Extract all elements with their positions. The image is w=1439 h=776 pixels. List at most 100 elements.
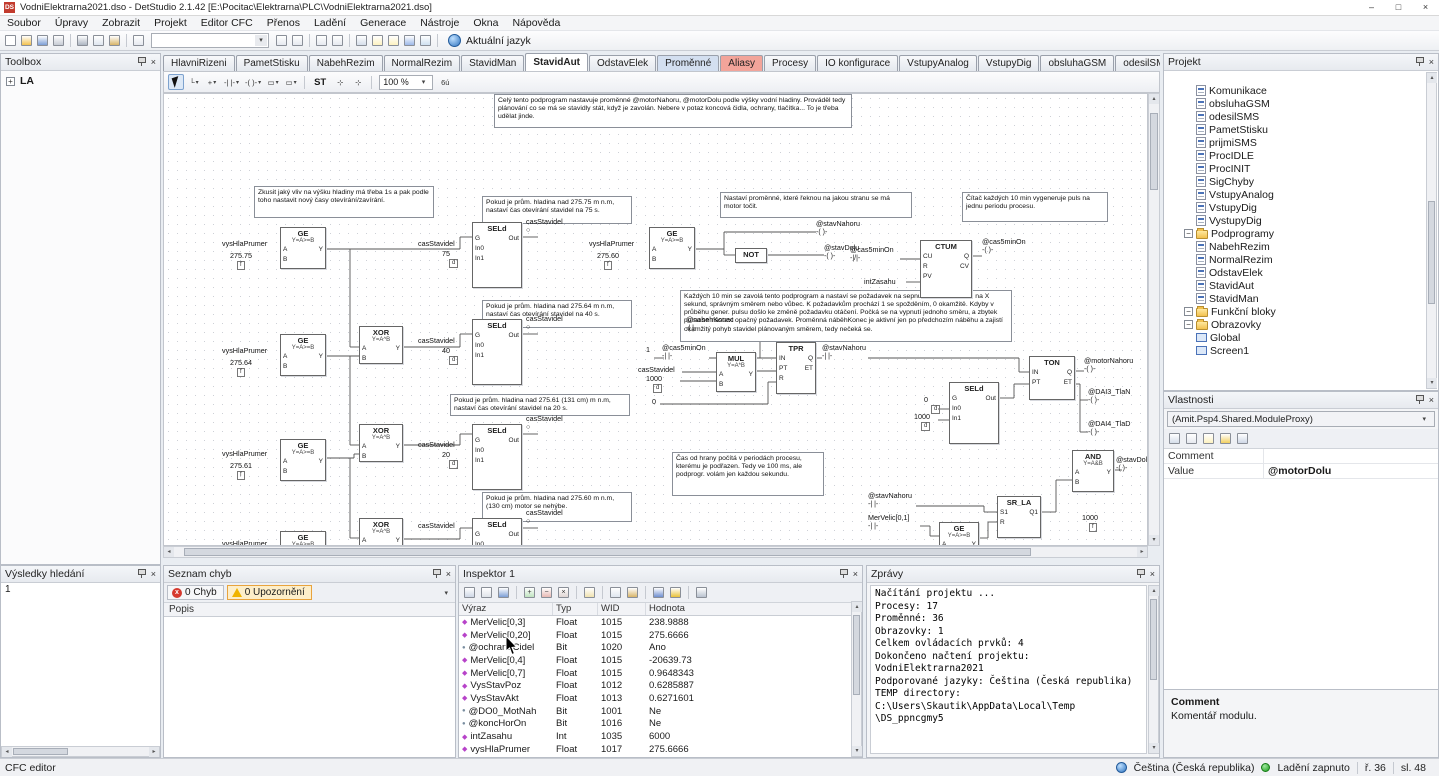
cfc-operand-label[interactable]: 0 — [652, 398, 656, 406]
cfc-block-ge[interactable]: GEY=A>=BABY — [280, 227, 326, 269]
doc-tab-odesilsms[interactable]: odesilSMS — [1115, 55, 1160, 71]
doc-tab-aliasy[interactable]: Aliasy — [720, 55, 763, 71]
cfc-signal-label[interactable]: @DAI4_TlaD-( )- — [1088, 420, 1130, 437]
inspector-row[interactable]: ◆VysStavAktFloat10130.6271601 — [459, 692, 862, 705]
inspector-column-header[interactable]: Výraz — [459, 603, 553, 615]
align-vertical-icon[interactable]: ⊹ — [350, 74, 366, 90]
minimize-button[interactable]: – — [1358, 0, 1385, 15]
scroll-track[interactable] — [1149, 104, 1159, 535]
expander-icon[interactable]: − — [1184, 229, 1193, 238]
cfc-comment[interactable]: Zkusit jaký vliv na výšku hladiny má tře… — [254, 186, 434, 218]
scroll-right-arrow[interactable]: ▸ — [1137, 547, 1147, 557]
doc-tab-vstupydig[interactable]: VstupyDig — [978, 55, 1040, 71]
cfc-operand-label[interactable]: 40d — [442, 347, 458, 365]
cfc-signal-label[interactable]: @stavNahoru-| |- — [822, 344, 866, 361]
scroll-left-arrow[interactable]: ◂ — [164, 547, 174, 557]
numbered-list-icon[interactable] — [330, 33, 345, 48]
edit-icon[interactable] — [582, 585, 597, 600]
cfc-operand-label[interactable]: casStavidel○ — [526, 218, 563, 235]
tree-item-vstupyanalog[interactable]: VstupyAnalog — [1164, 188, 1438, 201]
scroll-thumb[interactable] — [853, 615, 860, 695]
pin-icon[interactable] — [432, 569, 441, 579]
cfc-block-xor[interactable]: XORY=A^BABY — [359, 518, 403, 546]
print-icon[interactable] — [51, 33, 66, 48]
tree-item-vystupydig[interactable]: VystupyDig — [1164, 214, 1438, 227]
doc-tab-procesy[interactable]: Procesy — [764, 55, 816, 71]
cfc-block-tpr[interactable]: TPRINPTRQET — [776, 342, 816, 394]
tree-item-obsluhagsm[interactable]: obsluhaGSM — [1164, 97, 1438, 110]
cfc-operand-label[interactable]: 1000f — [1082, 514, 1098, 532]
warnings-filter-button[interactable]: 0 Upozornění — [227, 585, 312, 600]
menu-item[interactable]: Nápověda — [505, 16, 567, 30]
cfc-operand-label[interactable]: intZasahu — [864, 278, 896, 286]
cfc-block-ge[interactable]: GEY=A>=BABY — [280, 439, 326, 481]
close-icon[interactable]: × — [446, 570, 451, 579]
errors-filter-button[interactable]: x 0 Chyb — [167, 585, 224, 600]
inspector-row[interactable]: ◆MerVelic[0,7]Float10150.9648343 — [459, 667, 862, 680]
cfc-operand-label[interactable]: 20d — [442, 451, 458, 469]
inspector-table-header[interactable]: VýrazTypWIDHodnota — [459, 603, 862, 616]
property-row[interactable]: Comment — [1164, 449, 1438, 464]
doc-tab-stavidman[interactable]: StavidMan — [461, 55, 524, 71]
cfc-block-not[interactable]: NOT — [735, 248, 767, 263]
tree-item-komunikace[interactable]: Komunikace — [1164, 84, 1438, 97]
scroll-thumb[interactable] — [1428, 201, 1435, 304]
cfc-block-ge[interactable]: GEY=A>=BABY — [280, 334, 326, 376]
doc-tab-promnn[interactable]: Proměnné — [657, 55, 719, 71]
alphabetical-icon[interactable] — [1184, 431, 1199, 446]
chat-add-icon[interactable] — [386, 33, 401, 48]
bullet-list-icon[interactable] — [314, 33, 329, 48]
cfc-block-seld[interactable]: SELdGIn0In1Out — [472, 424, 522, 490]
cfc-operand-label[interactable]: vysHlaPrumer — [222, 450, 267, 458]
comment-tool[interactable]: ▭▾ — [283, 74, 299, 90]
inspector-column-header[interactable]: Hodnota — [646, 603, 862, 615]
tree-item-pametstisku[interactable]: PametStisku — [1164, 123, 1438, 136]
flag-blue-icon[interactable] — [651, 585, 666, 600]
scroll-up-arrow[interactable]: ▴ — [1149, 94, 1159, 104]
cfc-block-xor[interactable]: XORY=A^BABY — [359, 326, 403, 364]
scroll-up-arrow[interactable]: ▴ — [852, 602, 862, 612]
cfc-signal-label[interactable]: @nabehKonec-| |- — [686, 316, 734, 333]
cfc-operand-label[interactable]: 275.75f — [230, 252, 252, 270]
inspector-column-header[interactable]: WID — [598, 603, 646, 615]
st-view-button[interactable]: ST — [310, 77, 330, 88]
cfc-comment[interactable]: Čas od hrany počítá v periodách procesu,… — [672, 452, 824, 496]
tree-item-stavidaut[interactable]: StavidAut — [1164, 279, 1438, 292]
menu-item[interactable]: Nástroje — [413, 16, 466, 30]
tree-item-funknbloky[interactable]: −Funkční bloky — [1164, 305, 1438, 318]
cfc-operand-label[interactable]: 275.60f — [597, 252, 619, 270]
inspector-row[interactable]: ◆vysHlaPrumerFloat1017275.6666 — [459, 743, 862, 756]
cfc-operand-label[interactable]: casStavidel — [418, 441, 455, 449]
cfc-operand-label[interactable]: vysHlaPrumer — [589, 240, 634, 248]
property-value[interactable]: @motorDolu — [1264, 464, 1438, 478]
scroll-right-arrow[interactable]: ▸ — [149, 747, 159, 757]
cut-icon[interactable] — [75, 33, 90, 48]
cfc-operand-label[interactable]: 1 — [646, 346, 650, 354]
cfc-operand-label[interactable]: MerVelic[0,1]-| |- — [868, 514, 910, 531]
chat-icon[interactable] — [370, 33, 385, 48]
cfc-comment[interactable]: Pokud je prům. hladina nad 275.61 (131 c… — [450, 394, 630, 416]
messages-log[interactable]: Načítání projektu ...Procesy: 17Proměnné… — [870, 585, 1147, 754]
new-file-icon[interactable] — [3, 33, 18, 48]
cfc-signal-label[interactable]: @cas5minOn-( )- — [982, 238, 1026, 255]
cfc-signal-label[interactable]: @stavDolu-( )- — [1116, 456, 1148, 473]
canvas-vertical-scrollbar[interactable]: ▴▾ — [1148, 93, 1160, 546]
rotate-angle-label[interactable]: 6ú — [437, 74, 453, 90]
menu-item[interactable]: Editor CFC — [194, 16, 260, 30]
cfc-signal-label[interactable]: @stavNahoru-| |- — [868, 492, 912, 509]
tree-item-nabehrezim[interactable]: NabehRezim — [1164, 240, 1438, 253]
tools-icon[interactable] — [694, 585, 709, 600]
remove-icon[interactable]: − — [539, 585, 554, 600]
scroll-track[interactable] — [1427, 83, 1436, 378]
messages-scrollbar[interactable]: ▴▾ — [1148, 585, 1159, 754]
open-folder-icon[interactable] — [19, 33, 34, 48]
cfc-operand-label[interactable]: casStavidel — [638, 366, 675, 374]
cfc-operand-label[interactable]: vysHlaPrumer — [222, 347, 267, 355]
cfc-block-mul[interactable]: MULY=A*BABY — [716, 352, 756, 392]
canvas-horizontal-scrollbar[interactable]: ◂▸ — [163, 546, 1148, 558]
project-tree-scrollbar[interactable]: ▴▾ — [1426, 72, 1437, 389]
inspector-row[interactable]: ◆MerVelic[0,4]Float1015-20639.73 — [459, 654, 862, 667]
scroll-left-arrow[interactable]: ◂ — [2, 747, 12, 757]
language-label[interactable]: Aktuální jazyk — [466, 35, 531, 47]
property-value[interactable] — [1264, 449, 1438, 463]
